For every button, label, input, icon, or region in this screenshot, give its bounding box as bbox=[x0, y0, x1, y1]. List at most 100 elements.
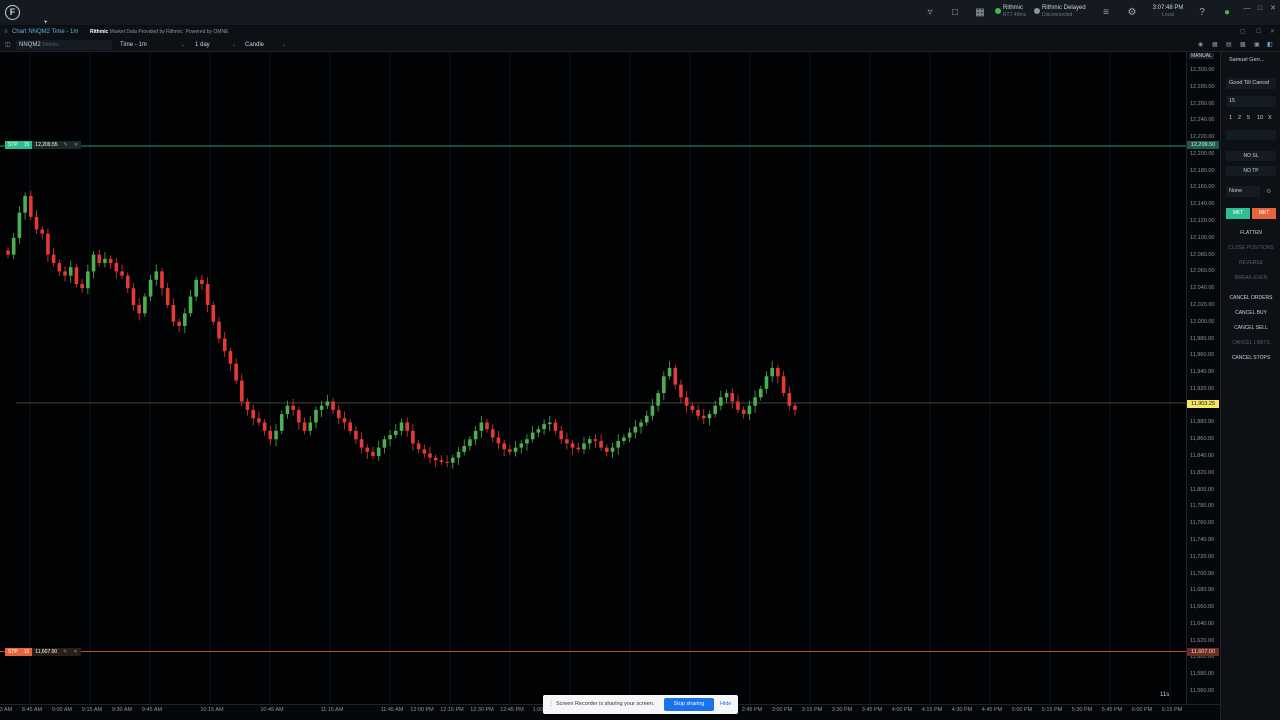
help-icon[interactable]: ? bbox=[1195, 6, 1209, 20]
qty-clear[interactable]: X bbox=[1268, 115, 1272, 121]
price-tick-label: 11,780.00 bbox=[1190, 503, 1215, 510]
candle-body bbox=[114, 263, 119, 272]
cancel-limits-button[interactable]: CANCEL LIMITS bbox=[1226, 338, 1276, 348]
cancel-stops-button[interactable]: CANCEL STOPS bbox=[1226, 353, 1276, 363]
stop-sharing-button[interactable]: Stop sharing bbox=[664, 698, 714, 711]
no-tp-button[interactable]: NO TP bbox=[1226, 166, 1276, 176]
order-type: STP bbox=[5, 648, 21, 656]
time-tick-label: 6:15 PM bbox=[1161, 707, 1183, 713]
price-axis[interactable]: MANUAL 12,300.00 12,280.00 12,260.00 12,240… bbox=[1186, 52, 1220, 704]
candle-body bbox=[713, 405, 717, 415]
template-icon[interactable]: ▩ bbox=[1240, 38, 1246, 52]
reverse-button[interactable]: REVERSE bbox=[1226, 258, 1276, 268]
candle-body bbox=[565, 439, 569, 444]
settings-icon[interactable]: ⚙ bbox=[1266, 188, 1271, 195]
chart-toolbar: ◫ NNQM2 Rithmic Time - 1m ⌄ 1 day ⌄ Cand… bbox=[0, 38, 1280, 52]
order-edit-icon[interactable]: ✎ bbox=[60, 648, 71, 656]
cancel-buy-button[interactable]: CANCEL BUY bbox=[1226, 308, 1276, 318]
bracket-selector[interactable]: None bbox=[1226, 186, 1260, 197]
qty-preset-5[interactable]: 5 bbox=[1247, 115, 1250, 121]
menu-icon[interactable]: ≡ bbox=[4, 26, 8, 38]
symbol-name: NNQM2 bbox=[19, 42, 41, 48]
save-icon[interactable]: ▣ bbox=[1254, 38, 1260, 52]
candle-body bbox=[724, 393, 729, 398]
grid-icon[interactable]: ▦ bbox=[1212, 38, 1218, 52]
qty-preset-2[interactable]: 2 bbox=[1238, 115, 1241, 121]
candle-body bbox=[222, 338, 227, 352]
quantity-input[interactable]: 15 bbox=[1226, 96, 1276, 107]
qty-preset-1[interactable]: 1 bbox=[1229, 115, 1232, 121]
broadcast-icon[interactable]: ≡ bbox=[1099, 6, 1113, 20]
break-even-button[interactable]: BREAK-EVEN bbox=[1226, 273, 1276, 283]
candle-body bbox=[445, 461, 449, 463]
price-tick-label: 12,140.00 bbox=[1190, 201, 1215, 208]
time-tick-label: 3:30 PM bbox=[831, 707, 853, 713]
chart-window-title[interactable]: Chart NNQM2 Time - 1m bbox=[12, 26, 78, 38]
flatten-button[interactable]: FLATTEN bbox=[1226, 228, 1276, 238]
upper-stop-order-tag[interactable]: STP 15 12,209.55 ✎ ✕ bbox=[5, 141, 81, 149]
candle-body bbox=[616, 440, 621, 448]
provider-name: Rithmic bbox=[90, 29, 109, 35]
style-label: Candle bbox=[245, 42, 265, 48]
status-icon[interactable]: ● bbox=[1220, 6, 1234, 20]
candle-body bbox=[513, 447, 518, 452]
axis-mode-label[interactable]: MANUAL bbox=[1189, 53, 1214, 59]
range-selector[interactable]: 1 day ⌄ bbox=[192, 40, 238, 50]
window-close-icon[interactable]: ✕ bbox=[1270, 26, 1275, 38]
candle-body bbox=[753, 397, 757, 406]
order-edit-icon[interactable]: ✎ bbox=[60, 141, 71, 149]
popout-icon[interactable]: ▢ bbox=[1240, 26, 1246, 38]
close-icon[interactable]: ✕ bbox=[1266, 2, 1280, 16]
candle-body bbox=[593, 439, 598, 441]
cancel-sell-button[interactable]: CANCEL SELL bbox=[1226, 323, 1276, 333]
symbol-selector[interactable]: NNQM2 Rithmic bbox=[16, 40, 112, 50]
buy-market-button[interactable]: MKT bbox=[1226, 208, 1250, 219]
account-selector[interactable]: Samuel Gerr... bbox=[1226, 55, 1276, 66]
candle-body bbox=[245, 401, 250, 410]
price-tick-label: 12,120.00 bbox=[1190, 218, 1215, 225]
order-type: STP bbox=[5, 141, 21, 149]
drag-handle-icon[interactable]: ⋮ bbox=[548, 700, 554, 707]
trade-panel-toggle-icon[interactable]: ◧ bbox=[1267, 38, 1273, 52]
settings-icon[interactable]: ⚙ bbox=[1125, 6, 1139, 20]
camera-icon[interactable]: ◉ bbox=[1198, 38, 1203, 52]
layout-icon[interactable]: ▦ bbox=[973, 6, 987, 20]
order-cancel-icon[interactable]: ✕ bbox=[70, 141, 81, 149]
order-cancel-icon[interactable]: ✕ bbox=[70, 648, 81, 656]
chart-style-selector[interactable]: Candle ⌄ bbox=[242, 40, 288, 50]
sidebar-toggle-icon[interactable]: ◫ bbox=[5, 38, 11, 52]
price-tick-label: 11,740.00 bbox=[1190, 536, 1215, 543]
close-positions-button[interactable]: CLOSE POSITIONS bbox=[1226, 243, 1276, 253]
no-sl-button[interactable]: NO SL bbox=[1226, 151, 1276, 161]
candle-body bbox=[633, 426, 638, 433]
price-tick-label: 12,300.00 bbox=[1190, 67, 1215, 73]
candle-body bbox=[582, 443, 586, 450]
lower-stop-order-tag[interactable]: STP 15 11,607.00 ✎ ✕ bbox=[5, 648, 81, 656]
qty-preset-10[interactable]: 10 bbox=[1257, 115, 1263, 121]
candle-body bbox=[257, 418, 261, 423]
candle-body bbox=[308, 422, 313, 431]
dom-icon[interactable]: ▤ bbox=[1226, 38, 1232, 52]
time-in-force-selector[interactable]: Good Till Cancel bbox=[1226, 78, 1276, 89]
price-tick-label: 11,640.00 bbox=[1190, 620, 1215, 627]
app-logo[interactable]: F bbox=[5, 5, 20, 20]
bell-icon[interactable]: ▿ bbox=[923, 6, 937, 20]
candle-body bbox=[485, 422, 489, 430]
connection-rithmic[interactable]: Rithmic RTT 48ms bbox=[1003, 5, 1026, 19]
candle-body bbox=[365, 447, 370, 452]
hide-button[interactable]: Hide bbox=[720, 701, 731, 707]
connection-rithmic-delayed[interactable]: Rithmic Delayed Disconnected bbox=[1042, 5, 1086, 19]
candle-body bbox=[399, 422, 404, 431]
price-chart[interactable]: STP 15 12,209.55 ✎ ✕ STP 15 11,607.00 ✎ … bbox=[0, 52, 1186, 704]
time-tick-label: 5:00 PM bbox=[1011, 707, 1033, 713]
maximize-icon[interactable]: □ bbox=[1253, 2, 1267, 16]
cancel-orders-button[interactable]: CANCEL ORDERS bbox=[1226, 293, 1276, 303]
link-icon[interactable]: ☐ bbox=[1256, 26, 1261, 38]
candle-body bbox=[416, 443, 421, 450]
sell-market-button[interactable]: MKT bbox=[1252, 208, 1276, 219]
interval-selector[interactable]: Time - 1m ⌄ bbox=[117, 40, 187, 50]
lock-icon[interactable]: □ bbox=[948, 6, 962, 20]
minimize-icon[interactable]: — bbox=[1240, 2, 1254, 16]
candle-body bbox=[325, 401, 330, 406]
price-tick-label: 12,220.00 bbox=[1190, 134, 1215, 141]
